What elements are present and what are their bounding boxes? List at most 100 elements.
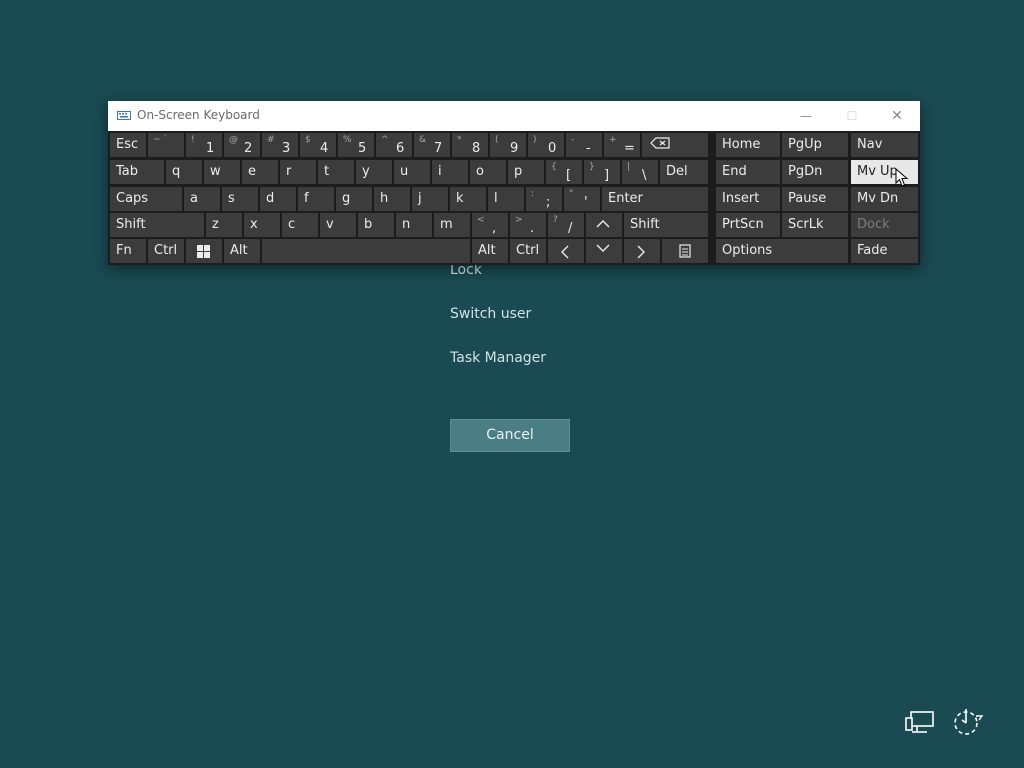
minimize-button[interactable]: — bbox=[783, 101, 829, 131]
key-e[interactable]: e bbox=[242, 160, 278, 184]
key-windows[interactable] bbox=[186, 239, 222, 263]
key-1[interactable]: ! 1 bbox=[186, 133, 222, 157]
key-left-arrow[interactable] bbox=[548, 239, 584, 263]
key-u[interactable]: u bbox=[394, 160, 430, 184]
key-a[interactable]: a bbox=[184, 187, 220, 211]
key-v[interactable]: v bbox=[320, 213, 356, 237]
key-slash[interactable]: ? / bbox=[548, 213, 584, 237]
key-tab[interactable]: Tab bbox=[110, 160, 164, 184]
windows-logo-icon bbox=[197, 245, 210, 258]
key-pgup[interactable]: PgUp bbox=[782, 133, 848, 157]
key-end[interactable]: End bbox=[716, 160, 780, 184]
fade-button[interactable]: Fade bbox=[851, 239, 918, 263]
key-space[interactable] bbox=[262, 239, 470, 263]
key-enter[interactable]: Enter bbox=[602, 187, 708, 211]
key-8[interactable]: * 8 bbox=[452, 133, 488, 157]
key-c[interactable]: c bbox=[282, 213, 318, 237]
switch-user-option[interactable]: Switch user bbox=[450, 306, 531, 322]
key-s[interactable]: s bbox=[222, 187, 258, 211]
window-title: On-Screen Keyboard bbox=[137, 108, 260, 122]
key-0[interactable]: ) 0 bbox=[528, 133, 564, 157]
task-manager-option[interactable]: Task Manager bbox=[450, 350, 546, 366]
key-right-arrow[interactable] bbox=[624, 239, 660, 263]
options-button[interactable]: Options bbox=[716, 239, 848, 263]
key-5[interactable]: % 5 bbox=[338, 133, 374, 157]
key-right-ctrl[interactable]: Ctrl bbox=[510, 239, 546, 263]
ease-of-access-icon[interactable] bbox=[950, 706, 984, 740]
key-minus[interactable]: -- bbox=[566, 133, 602, 157]
key-f[interactable]: f bbox=[298, 187, 334, 211]
key-left-shift[interactable]: Shift bbox=[110, 213, 204, 237]
key-9[interactable]: (9 bbox=[490, 133, 526, 157]
key-g[interactable]: g bbox=[336, 187, 372, 211]
key-j[interactable]: j bbox=[412, 187, 448, 211]
close-button[interactable]: ✕ bbox=[874, 101, 920, 131]
key-fn[interactable]: Fn bbox=[110, 239, 146, 263]
key-t[interactable]: t bbox=[318, 160, 354, 184]
keyboard-icon bbox=[117, 111, 131, 120]
key-b[interactable]: b bbox=[358, 213, 394, 237]
maximize-button[interactable]: ☐ bbox=[829, 101, 875, 131]
chevron-right-icon bbox=[637, 245, 645, 259]
key-backspace[interactable] bbox=[642, 133, 708, 157]
key-tilde[interactable]: ~ ` bbox=[148, 133, 184, 157]
chevron-up-icon bbox=[596, 220, 610, 228]
key-pgdn[interactable]: PgDn bbox=[782, 160, 848, 184]
backspace-icon bbox=[650, 137, 670, 149]
key-left-bracket[interactable]: {[ bbox=[546, 160, 582, 184]
key-o[interactable]: o bbox=[470, 160, 506, 184]
key-2[interactable]: @2 bbox=[224, 133, 260, 157]
key-pause[interactable]: Pause bbox=[782, 187, 848, 211]
dock-button[interactable]: Dock bbox=[851, 213, 918, 237]
key-esc[interactable]: Esc bbox=[110, 133, 146, 157]
key-3[interactable]: #3 bbox=[262, 133, 298, 157]
key-n[interactable]: n bbox=[396, 213, 432, 237]
key-prtscn[interactable]: PrtScn bbox=[716, 213, 780, 237]
key-period[interactable]: >. bbox=[510, 213, 546, 237]
title-bar[interactable]: On-Screen Keyboard — ☐ ✕ bbox=[108, 101, 920, 131]
key-h[interactable]: h bbox=[374, 187, 410, 211]
key-comma[interactable]: <, bbox=[472, 213, 508, 237]
key-right-shift[interactable]: Shift bbox=[624, 213, 708, 237]
key-r[interactable]: r bbox=[280, 160, 316, 184]
key-6[interactable]: ^ 6 bbox=[376, 133, 412, 157]
key-equals[interactable]: + = bbox=[604, 133, 640, 157]
key-left-alt[interactable]: Alt bbox=[224, 239, 260, 263]
key-i[interactable]: i bbox=[432, 160, 468, 184]
key-m[interactable]: m bbox=[434, 213, 470, 237]
cancel-button[interactable]: Cancel bbox=[450, 419, 570, 452]
key-semicolon[interactable]: :; bbox=[526, 187, 562, 211]
key-d[interactable]: d bbox=[260, 187, 296, 211]
key-z[interactable]: z bbox=[206, 213, 242, 237]
key-q[interactable]: q bbox=[166, 160, 202, 184]
chevron-down-icon bbox=[596, 244, 610, 252]
key-right-alt[interactable]: Alt bbox=[472, 239, 508, 263]
key-down-arrow[interactable] bbox=[586, 239, 622, 263]
key-insert[interactable]: Insert bbox=[716, 187, 780, 211]
move-down-button[interactable]: Mv Dn bbox=[851, 187, 918, 211]
context-menu-icon bbox=[679, 244, 691, 258]
chevron-left-icon bbox=[561, 245, 569, 259]
key-del[interactable]: Del bbox=[660, 160, 708, 184]
key-x[interactable]: x bbox=[244, 213, 280, 237]
key-caps[interactable]: Caps bbox=[110, 187, 182, 211]
key-w[interactable]: w bbox=[204, 160, 240, 184]
nav-button[interactable]: Nav bbox=[851, 133, 918, 157]
key-home[interactable]: Home bbox=[716, 133, 780, 157]
network-icon[interactable] bbox=[903, 706, 937, 740]
key-backslash[interactable]: | \ bbox=[622, 160, 658, 184]
key-menu[interactable] bbox=[662, 239, 708, 263]
key-k[interactable]: k bbox=[450, 187, 486, 211]
key-scrlk[interactable]: ScrLk bbox=[782, 213, 848, 237]
key-p[interactable]: p bbox=[508, 160, 544, 184]
key-up-arrow[interactable] bbox=[586, 213, 622, 237]
key-7[interactable]: & 7 bbox=[414, 133, 450, 157]
key-quote[interactable]: " ' bbox=[564, 187, 600, 211]
key-left-ctrl[interactable]: Ctrl bbox=[148, 239, 184, 263]
key-4[interactable]: $4 bbox=[300, 133, 336, 157]
on-screen-keyboard-window: On-Screen Keyboard — ☐ ✕ Esc ~ ` ! 1 @2 #… bbox=[108, 101, 920, 265]
key-y[interactable]: y bbox=[356, 160, 392, 184]
key-right-bracket[interactable]: }] bbox=[584, 160, 620, 184]
key-l[interactable]: l bbox=[488, 187, 524, 211]
mouse-pointer-icon bbox=[895, 168, 909, 187]
